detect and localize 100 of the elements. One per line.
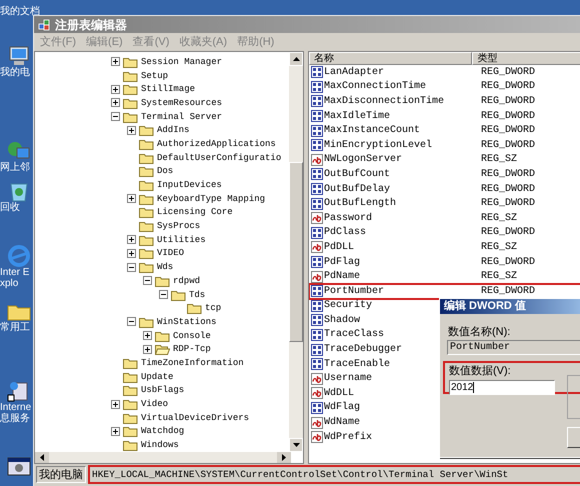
value-name[interactable]: Username: [324, 371, 372, 386]
tree-item[interactable]: Utilities: [156, 234, 207, 246]
value-name[interactable]: Security: [324, 298, 372, 314]
value-name[interactable]: MaxIdleTime: [324, 108, 390, 124]
value-name[interactable]: WdDLL: [324, 386, 354, 401]
tree-item[interactable]: DefaultUserConfiguratio: [156, 152, 282, 164]
column-header[interactable]: 名称: [309, 52, 472, 65]
value-name[interactable]: MaxDisconnectionTime: [324, 94, 444, 109]
application-window-icon[interactable]: [6, 455, 32, 477]
desktop-icon-label[interactable]: Interne 息服务: [0, 402, 34, 424]
value-name[interactable]: TraceDebugger: [324, 342, 402, 358]
expand-icon[interactable]: [110, 57, 120, 66]
left-arrow-icon[interactable]: [40, 454, 44, 461]
desktop-icon-label[interactable]: 回收: [0, 202, 34, 213]
collapse-icon[interactable]: [110, 112, 120, 122]
expand-icon[interactable]: [110, 98, 120, 108]
column-header[interactable]: 类型: [472, 52, 580, 65]
vertical-scrollbar[interactable]: [289, 52, 303, 452]
tree-item[interactable]: Tds: [188, 288, 206, 301]
value-name[interactable]: WdName: [324, 415, 360, 430]
value-type: REG_SZ: [480, 153, 518, 168]
collapse-icon[interactable]: [158, 290, 168, 300]
expand-icon[interactable]: [142, 331, 152, 340]
value-name-field: PortNumber: [447, 340, 580, 355]
desktop-icon-label[interactable]: 网上邻: [0, 162, 34, 173]
value-name[interactable]: OutBufDelay: [324, 182, 390, 197]
value-type: REG_DWORD: [480, 182, 536, 197]
expand-icon[interactable]: [110, 426, 120, 436]
value-name[interactable]: TraceEnable: [324, 356, 390, 372]
collapse-icon[interactable]: [126, 317, 136, 326]
value-name[interactable]: LanAdapter: [324, 64, 384, 80]
string-value-icon: [311, 372, 323, 385]
tree-item[interactable]: Licensing Core: [156, 206, 234, 218]
value-name[interactable]: MinEncryptionLevel: [324, 138, 432, 153]
tree-item[interactable]: VIDEO: [156, 247, 186, 260]
collapse-icon[interactable]: [142, 276, 152, 286]
tree-item[interactable]: VirtualDeviceDrivers: [140, 412, 250, 424]
collapse-icon[interactable]: [126, 262, 136, 272]
tree-item[interactable]: rdpwd: [172, 274, 202, 287]
tree-item[interactable]: Session Manager: [140, 56, 224, 68]
value-name[interactable]: WdFlag: [324, 400, 360, 416]
desktop-icon-label[interactable]: 常用工: [0, 322, 34, 333]
value-name[interactable]: Shadow: [324, 312, 360, 328]
tree-item[interactable]: Console: [172, 330, 212, 342]
tree-item[interactable]: TimeZoneInformation: [140, 356, 245, 369]
value-name[interactable]: PdDLL: [324, 240, 354, 255]
tree-item[interactable]: RDP-Tcp: [172, 343, 212, 356]
down-arrow-icon[interactable]: [292, 443, 300, 447]
value-type: REG_DWORD: [480, 110, 536, 124]
horizontal-scrollbar[interactable]: [35, 452, 291, 463]
value-name[interactable]: PortNumber: [324, 284, 384, 299]
tree-item[interactable]: UsbFlags: [140, 384, 186, 396]
value-name[interactable]: PdFlag: [324, 254, 360, 270]
tree-item[interactable]: SystemResources: [140, 96, 224, 109]
tree-item[interactable]: Update: [140, 370, 174, 383]
value-data-field[interactable]: 2012: [449, 380, 555, 395]
value-name[interactable]: TraceClass: [324, 327, 384, 342]
expand-icon[interactable]: [126, 194, 136, 204]
dialog-title: 编辑 DWORD 值: [440, 299, 580, 314]
string-value-icon: [311, 270, 323, 283]
tree-item[interactable]: Windows: [140, 439, 180, 452]
value-name[interactable]: WdPrefix: [324, 430, 372, 445]
value-name[interactable]: MaxInstanceCount: [324, 123, 420, 138]
desktop-icon-label[interactable]: Inter Explo: [0, 267, 34, 289]
tree-item[interactable]: Watchdog: [140, 425, 186, 438]
expand-icon[interactable]: [110, 84, 120, 94]
value-type: REG_SZ: [480, 240, 518, 255]
value-name[interactable]: OutBufLength: [324, 196, 396, 212]
value-name[interactable]: OutBufCount: [324, 166, 390, 182]
tree-item[interactable]: Video: [140, 398, 170, 410]
tree-item[interactable]: KeyboardType Mapping: [156, 192, 266, 205]
tree-item[interactable]: Terminal Server: [140, 110, 224, 123]
desktop-icon-label[interactable]: 我的文档: [0, 6, 40, 17]
expand-icon[interactable]: [142, 344, 152, 354]
tree-item[interactable]: StillImage: [140, 83, 196, 96]
tree-item[interactable]: Wds: [156, 261, 174, 274]
tree-item[interactable]: InputDevices: [156, 179, 223, 192]
tree-item[interactable]: WinStations: [156, 316, 218, 328]
tree-item[interactable]: AddIns: [156, 124, 190, 136]
expand-icon[interactable]: [126, 126, 136, 135]
value-name[interactable]: NWLogonServer: [324, 152, 402, 168]
expand-icon[interactable]: [126, 248, 136, 258]
binary-value-icon: [311, 198, 323, 210]
value-name[interactable]: PdName: [324, 269, 360, 284]
right-arrow-icon[interactable]: [282, 454, 286, 461]
tree-item[interactable]: Setup: [140, 70, 170, 82]
expand-icon[interactable]: [126, 235, 136, 244]
tree-item[interactable]: AuthorizedApplications: [156, 138, 277, 150]
up-arrow-icon[interactable]: [292, 57, 300, 61]
value-type: REG_DWORD: [480, 94, 536, 109]
binary-value-icon: [311, 66, 323, 78]
value-type: REG_DWORD: [480, 124, 536, 138]
expand-icon[interactable]: [110, 400, 120, 409]
tree-item[interactable]: Dos: [156, 165, 174, 178]
desktop-icon-label[interactable]: 我的电: [0, 67, 34, 78]
tree-item[interactable]: SysProcs: [156, 220, 202, 232]
tree-item[interactable]: tcp: [204, 302, 222, 314]
value-name[interactable]: PdClass: [324, 225, 366, 240]
value-name[interactable]: MaxConnectionTime: [324, 79, 426, 94]
value-name[interactable]: Password: [324, 210, 372, 226]
